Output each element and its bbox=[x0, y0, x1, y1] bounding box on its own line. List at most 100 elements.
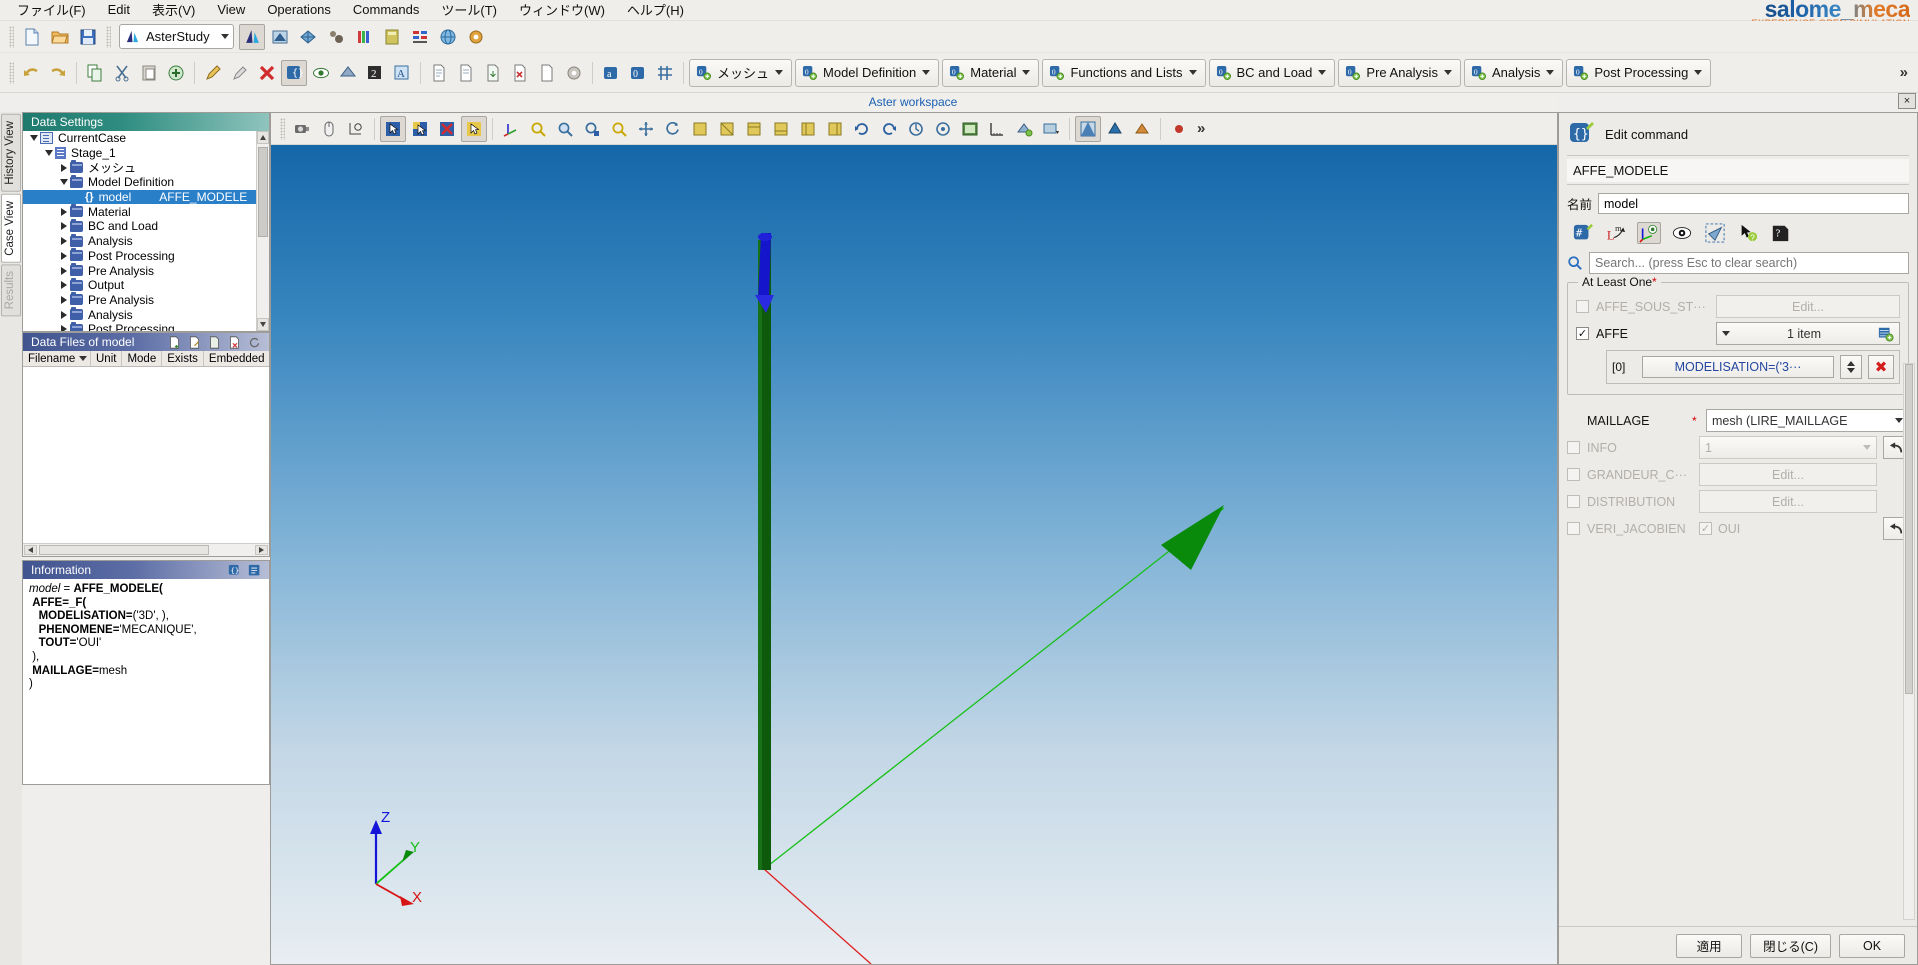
scroll-down-arrow[interactable] bbox=[257, 318, 269, 331]
clockwise-icon[interactable] bbox=[930, 116, 956, 142]
back-view-icon[interactable] bbox=[714, 116, 740, 142]
redo-icon[interactable] bbox=[45, 60, 71, 86]
param-affe-sous-st-checkbox[interactable] bbox=[1576, 300, 1589, 313]
column-header-filename[interactable]: Filename bbox=[23, 351, 91, 366]
bottom-view-icon[interactable] bbox=[768, 116, 794, 142]
chevron-down-icon[interactable] bbox=[57, 179, 70, 186]
tree-item[interactable]: Pre Analysis bbox=[23, 263, 256, 278]
delete-icon[interactable] bbox=[254, 60, 280, 86]
column-header-exists[interactable]: Exists bbox=[162, 351, 204, 366]
param-affe-checkbox[interactable]: ✓ bbox=[1576, 327, 1589, 340]
select-clear-icon[interactable] bbox=[434, 116, 460, 142]
column-header-embedded[interactable]: Embedded bbox=[204, 351, 271, 366]
chevron-right-icon[interactable] bbox=[57, 325, 70, 331]
viewport-canvas[interactable]: Z Y X bbox=[271, 145, 1557, 964]
vtab-results[interactable]: Results bbox=[1, 264, 21, 317]
tree-item[interactable]: Material bbox=[23, 204, 256, 219]
ok-button[interactable]: OK bbox=[1839, 933, 1905, 958]
right-view-icon[interactable] bbox=[822, 116, 848, 142]
toolbar-grip-2[interactable] bbox=[106, 25, 111, 48]
new-document-icon[interactable] bbox=[19, 24, 45, 50]
param-distribution-checkbox[interactable] bbox=[1567, 495, 1580, 508]
toolbar-overflow-button[interactable]: » bbox=[1900, 64, 1908, 81]
affe-item-value[interactable]: MODELISATION=('3··· bbox=[1642, 356, 1834, 378]
param-distribution-edit-button[interactable]: Edit... bbox=[1699, 490, 1877, 513]
view-params-dropdown[interactable] bbox=[1038, 116, 1064, 142]
wireframe-icon[interactable] bbox=[1102, 116, 1128, 142]
file-refresh-icon[interactable] bbox=[534, 60, 560, 86]
param-veri-jacobien-oui-checkbox[interactable]: ✓ bbox=[1699, 522, 1712, 535]
fit-all-icon[interactable] bbox=[525, 116, 551, 142]
param-maillage-combo[interactable]: mesh (LIRE_MAILLAGE bbox=[1706, 409, 1909, 432]
tree-item[interactable]: BC and Load bbox=[23, 218, 256, 234]
tree-item[interactable]: Post Processing bbox=[23, 248, 256, 264]
tree-item[interactable]: Post Processing bbox=[23, 321, 256, 331]
shrink-icon[interactable] bbox=[1129, 116, 1155, 142]
edit-add-icon[interactable] bbox=[227, 60, 253, 86]
column-header-unit[interactable]: Unit bbox=[91, 351, 123, 366]
undo-icon[interactable] bbox=[18, 60, 44, 86]
zoom-icon[interactable] bbox=[579, 116, 605, 142]
point-marker-icon[interactable] bbox=[1166, 116, 1192, 142]
menu-edit[interactable]: Edit bbox=[97, 0, 141, 20]
geometry-module-icon[interactable] bbox=[267, 24, 293, 50]
toolbar-grip-3[interactable] bbox=[9, 61, 14, 84]
stage-icon[interactable]: 2 bbox=[362, 60, 388, 86]
viewport-toolbar-overflow[interactable]: » bbox=[1197, 120, 1205, 137]
param-affe-sous-st[interactable]: AFFE_SOUS_ST··· Edit... bbox=[1576, 293, 1900, 320]
file-delete-icon[interactable] bbox=[507, 60, 533, 86]
tree-item[interactable]: Analysis bbox=[23, 307, 256, 322]
insert-variable-icon[interactable]: # bbox=[1571, 222, 1595, 244]
param-affe-sous-st-edit-button[interactable]: Edit... bbox=[1716, 295, 1900, 318]
menu-help[interactable]: ヘルプ(H) bbox=[616, 0, 695, 22]
menu-file[interactable]: ファイル(F) bbox=[6, 0, 97, 22]
chevron-right-icon[interactable] bbox=[57, 251, 70, 260]
tree-item[interactable]: {} model AFFE_MODELE bbox=[23, 189, 256, 205]
rotate-icon[interactable] bbox=[660, 116, 686, 142]
module-post-processing[interactable]: 0 Post Processing bbox=[1566, 58, 1712, 87]
module-bc-and-load[interactable]: 0 BC and Load bbox=[1208, 58, 1336, 87]
view-eye-icon-2[interactable] bbox=[1670, 222, 1694, 244]
param-affe-item-count[interactable]: 1 item bbox=[1716, 322, 1900, 345]
scroll-right-arrow[interactable] bbox=[255, 545, 268, 555]
search-input[interactable] bbox=[1589, 252, 1909, 274]
top-view-icon[interactable] bbox=[741, 116, 767, 142]
web-module-icon[interactable] bbox=[435, 24, 461, 50]
snapshot-icon[interactable] bbox=[957, 116, 983, 142]
menu-window[interactable]: ウィンドウ(W) bbox=[508, 0, 616, 22]
select-pointer-icon[interactable] bbox=[380, 115, 406, 142]
file-import-icon[interactable] bbox=[480, 60, 506, 86]
zoom-window-icon[interactable] bbox=[606, 116, 632, 142]
text-stage-icon[interactable]: A bbox=[389, 60, 415, 86]
tree-vertical-scrollbar[interactable] bbox=[256, 131, 269, 331]
mesh-view-icon[interactable] bbox=[335, 60, 361, 86]
data-settings-tree[interactable]: CurrentCase Stage_1 メッシュ Model Definition{}… bbox=[23, 131, 256, 331]
pan-icon[interactable] bbox=[633, 116, 659, 142]
rotate-left-icon[interactable] bbox=[849, 116, 875, 142]
open-folder-icon[interactable] bbox=[47, 24, 73, 50]
module-mesh[interactable]: 0 メッシュ bbox=[689, 58, 793, 87]
module-pre-analysis[interactable]: 0 Pre Analysis bbox=[1338, 58, 1461, 87]
view-eye-icon[interactable] bbox=[308, 60, 334, 86]
left-view-icon[interactable] bbox=[795, 116, 821, 142]
select-add-icon[interactable] bbox=[407, 116, 433, 142]
chevron-right-icon[interactable] bbox=[57, 266, 70, 275]
chevron-right-icon[interactable] bbox=[57, 237, 70, 246]
menu-display[interactable]: 表示(V) bbox=[141, 0, 206, 22]
param-distribution[interactable]: DISTRIBUTION Edit... bbox=[1567, 488, 1909, 515]
edit-pencil-icon[interactable] bbox=[200, 60, 226, 86]
param-affe[interactable]: ✓ AFFE 1 item bbox=[1576, 320, 1900, 347]
module-analysis[interactable]: 0 Analysis bbox=[1463, 58, 1564, 87]
param-maillage[interactable]: MAILLAGE * mesh (LIRE_MAILLAGE bbox=[1567, 407, 1909, 434]
calculator-icon[interactable] bbox=[379, 24, 405, 50]
grid-icon[interactable] bbox=[652, 60, 678, 86]
param-veri-jacobien-checkbox[interactable] bbox=[1567, 522, 1580, 535]
unit-conversion-icon[interactable]: Lm bbox=[1604, 222, 1628, 244]
fields-module-icon[interactable] bbox=[323, 24, 349, 50]
apply-button[interactable]: 適用 bbox=[1676, 933, 1743, 958]
paravis-module-icon[interactable] bbox=[351, 24, 377, 50]
anticlockwise-icon[interactable] bbox=[903, 116, 929, 142]
chevron-right-icon[interactable] bbox=[57, 207, 70, 216]
tree-item[interactable]: Pre Analysis bbox=[23, 292, 256, 308]
save-icon[interactable] bbox=[75, 24, 101, 50]
